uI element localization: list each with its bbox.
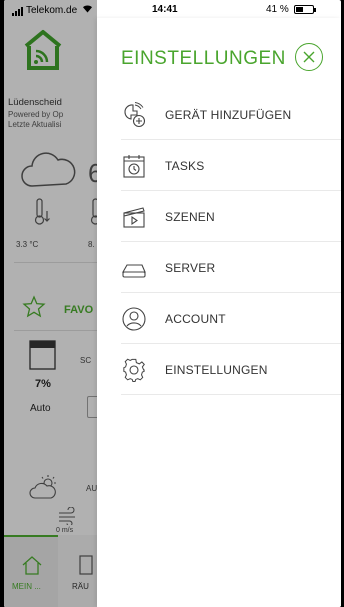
add-device-icon xyxy=(124,102,146,128)
phone-screen: Telekom.de 14:41 41 % Lüdenscheid Powere… xyxy=(4,0,341,607)
menu-item-server[interactable]: SERVER xyxy=(121,242,341,293)
battery-percent: 41 % xyxy=(266,4,289,15)
overlay-scrim[interactable] xyxy=(4,0,97,607)
close-icon xyxy=(303,51,315,63)
menu-item-add-device[interactable]: GERÄT HINZUFÜGEN xyxy=(121,89,341,140)
drawer-header: EINSTELLUNGEN xyxy=(97,18,341,89)
drawer-title: EINSTELLUNGEN xyxy=(121,48,286,69)
menu-item-tasks[interactable]: TASKS xyxy=(121,140,341,191)
gear-icon xyxy=(123,358,145,382)
signal-icon xyxy=(12,5,24,16)
battery-icon xyxy=(294,5,316,14)
wifi-icon xyxy=(82,5,93,16)
drawer-menu: GERÄT HINZUFÜGEN TASKS SZENEN SERVER ACC… xyxy=(97,89,341,395)
menu-item-scenes[interactable]: SZENEN xyxy=(121,191,341,242)
calendar-clock-icon xyxy=(123,155,145,178)
menu-item-label: EINSTELLUNGEN xyxy=(165,363,268,377)
menu-item-label: GERÄT HINZUFÜGEN xyxy=(165,108,292,122)
settings-drawer: EINSTELLUNGEN GERÄT HINZUFÜGEN TASKS SZE… xyxy=(97,18,341,607)
status-time: 14:41 xyxy=(152,4,178,15)
account-icon xyxy=(122,307,146,331)
close-button[interactable] xyxy=(295,43,323,71)
menu-item-label: SZENEN xyxy=(165,210,215,224)
menu-item-label: SERVER xyxy=(165,261,216,275)
status-bar: Telekom.de 14:41 41 % xyxy=(4,0,341,18)
menu-item-settings[interactable]: EINSTELLUNGEN xyxy=(121,344,341,395)
carrier-indicator: Telekom.de xyxy=(12,4,93,16)
carrier-name: Telekom.de xyxy=(26,5,78,16)
background-app: Lüdenscheid Powered by Op Letzte Aktuali… xyxy=(4,0,97,607)
server-icon xyxy=(122,264,146,278)
menu-item-label: TASKS xyxy=(165,159,205,173)
menu-item-account[interactable]: ACCOUNT xyxy=(121,293,341,344)
clapperboard-icon xyxy=(123,207,145,228)
menu-item-label: ACCOUNT xyxy=(165,312,226,326)
